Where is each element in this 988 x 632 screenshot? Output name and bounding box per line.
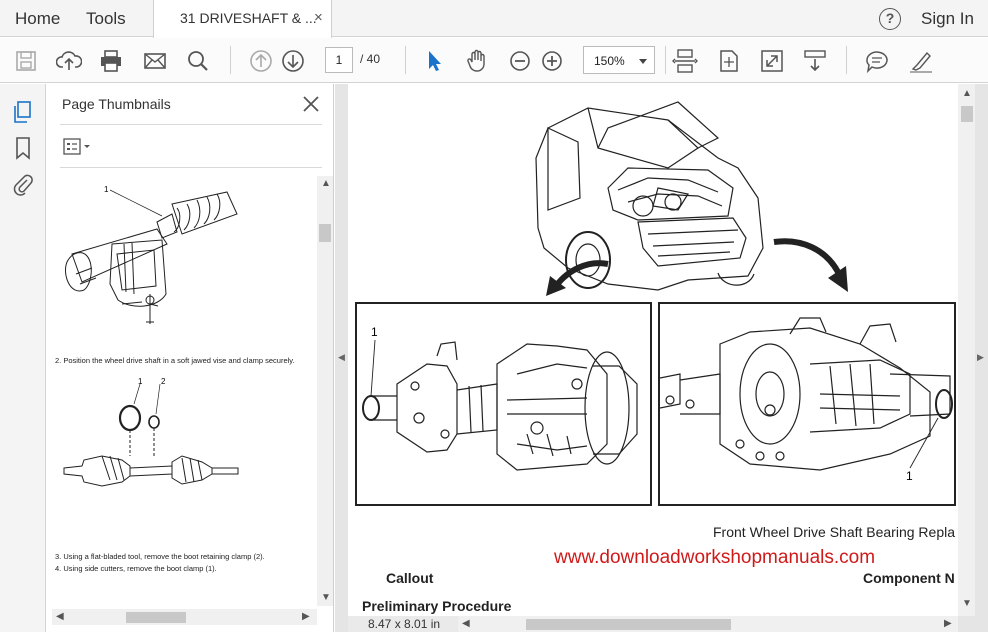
document-scrollbar-vertical[interactable]: ▲ ▼ — [958, 84, 975, 616]
thumbnail-scrollbar-horizontal[interactable]: ◀ ▶ — [52, 609, 317, 625]
thumbnail-step-4: 4. Using side cutters, remove the boot c… — [55, 564, 217, 573]
scroll-up-icon[interactable]: ▲ — [321, 178, 331, 189]
page-down-icon[interactable] — [280, 48, 306, 74]
menu-bar: Home Tools 31 DRIVESHAFT & ... × ? Sign … — [0, 0, 988, 38]
search-icon[interactable] — [185, 48, 211, 74]
attachment-icon[interactable] — [12, 172, 34, 196]
right-arrow-illustration — [773, 238, 848, 292]
upload-icon[interactable] — [56, 48, 82, 74]
callout-label: 1 — [906, 469, 913, 483]
right-differential-figure: 1 — [658, 302, 956, 506]
thumbnail-scrollbar-vertical[interactable]: ▲ ▼ — [317, 176, 333, 606]
thumbnail-options-icon[interactable] — [63, 138, 95, 156]
close-panel-icon[interactable] — [301, 94, 321, 114]
toolbar-divider — [405, 46, 406, 74]
pdf-page: 1 1 Front Wheel Drive Shaft Bearing Repl… — [348, 84, 959, 616]
collapse-left-icon[interactable]: ◀ — [338, 352, 345, 363]
watermark-link[interactable]: www.downloadworkshopmanuals.com — [554, 547, 875, 569]
panel-divider — [60, 124, 322, 125]
scroll-left-icon[interactable]: ◀ — [56, 611, 64, 622]
scroll-right-icon[interactable]: ▶ — [302, 611, 310, 622]
fit-page-icon[interactable] — [716, 48, 742, 74]
callout-label: 2 — [161, 377, 166, 386]
document-viewer: ◀ 1 1 Front Wheel Drive Shaft Bearing Re… — [335, 84, 988, 632]
comment-icon[interactable] — [864, 48, 890, 74]
scrollbar-thumb[interactable] — [126, 612, 186, 623]
collapse-right-icon[interactable]: ▶ — [977, 352, 984, 363]
menu-home[interactable]: Home — [15, 9, 60, 29]
bookmark-icon[interactable] — [12, 136, 34, 160]
preliminary-procedure-heading: Preliminary Procedure — [362, 598, 512, 614]
left-differential-figure: 1 — [355, 302, 652, 506]
toolbar-divider — [665, 46, 666, 74]
page-total-label: / 40 — [360, 52, 381, 66]
callout-label: 1 — [371, 325, 378, 339]
email-icon[interactable] — [142, 48, 168, 74]
select-cursor-icon[interactable] — [421, 48, 447, 74]
panel-divider — [60, 167, 322, 168]
scroll-mode-icon[interactable] — [672, 48, 698, 74]
page-thumbnails-panel: Page Thumbnails 1 2. Position the wheel … — [47, 84, 334, 632]
hand-tool-icon[interactable] — [464, 48, 490, 74]
page-thumbnails-icon[interactable] — [12, 100, 34, 124]
sign-in-button[interactable]: Sign In — [921, 9, 974, 29]
callout-label: 1 — [138, 377, 143, 386]
zoom-out-icon[interactable] — [507, 48, 533, 74]
scroll-left-icon[interactable]: ◀ — [462, 618, 470, 629]
thumbnail-step-2: 2. Position the wheel drive shaft in a s… — [55, 356, 295, 365]
save-icon[interactable] — [13, 48, 39, 74]
callout-heading: Callout — [386, 570, 434, 586]
panel-title: Page Thumbnails — [62, 96, 171, 112]
toolbar-divider — [230, 46, 231, 74]
scrollbar-thumb[interactable] — [961, 106, 973, 122]
figure-caption: Front Wheel Drive Shaft Bearing Repla — [713, 524, 955, 540]
page-number-input[interactable]: 1 — [325, 47, 353, 73]
zoom-value: 150% — [594, 54, 625, 68]
chevron-down-icon — [639, 59, 647, 64]
document-scrollbar-horizontal[interactable]: ◀ ▶ — [458, 616, 958, 632]
page-size-label: 8.47 x 8.01 in — [348, 616, 458, 632]
navigation-rail — [0, 84, 46, 632]
differential-drawing: 1 — [362, 325, 638, 471]
fullscreen-icon[interactable] — [759, 48, 785, 74]
zoom-select[interactable]: 150% — [583, 46, 655, 74]
differential-drawing: 1 — [660, 317, 953, 483]
help-icon[interactable]: ? — [879, 8, 901, 30]
read-mode-icon[interactable] — [802, 48, 828, 74]
document-tab-title: 31 DRIVESHAFT & ... — [180, 10, 317, 26]
toolbar-divider — [846, 46, 847, 74]
axle-shaft-illustration: 1 2 — [63, 377, 239, 487]
page-up-icon[interactable] — [248, 48, 274, 74]
scrollbar-thumb[interactable] — [319, 224, 331, 242]
vise-illustration: 1 — [65, 185, 238, 324]
page-thumbnail[interactable]: 1 2. Position the wheel drive shaft in a… — [52, 176, 315, 586]
document-tab[interactable]: 31 DRIVESHAFT & ... × — [153, 0, 332, 38]
callout-label: 1 — [104, 185, 109, 194]
scrollbar-thumb[interactable] — [526, 619, 731, 630]
scroll-up-icon[interactable]: ▲ — [962, 88, 972, 99]
scroll-down-icon[interactable]: ▼ — [962, 598, 972, 609]
toolbar: 1 / 40 150% — [0, 38, 988, 83]
close-tab-icon[interactable]: × — [314, 9, 323, 26]
left-arrow-illustration — [546, 260, 609, 296]
scroll-down-icon[interactable]: ▼ — [321, 592, 331, 603]
zoom-in-icon[interactable] — [539, 48, 565, 74]
component-heading: Component N — [863, 570, 955, 586]
print-icon[interactable] — [98, 48, 124, 74]
scroll-right-icon[interactable]: ▶ — [944, 618, 952, 629]
menu-tools[interactable]: Tools — [86, 9, 126, 29]
thumbnail-step-3: 3. Using a flat-bladed tool, remove the … — [55, 552, 265, 561]
highlight-icon[interactable] — [908, 48, 934, 74]
